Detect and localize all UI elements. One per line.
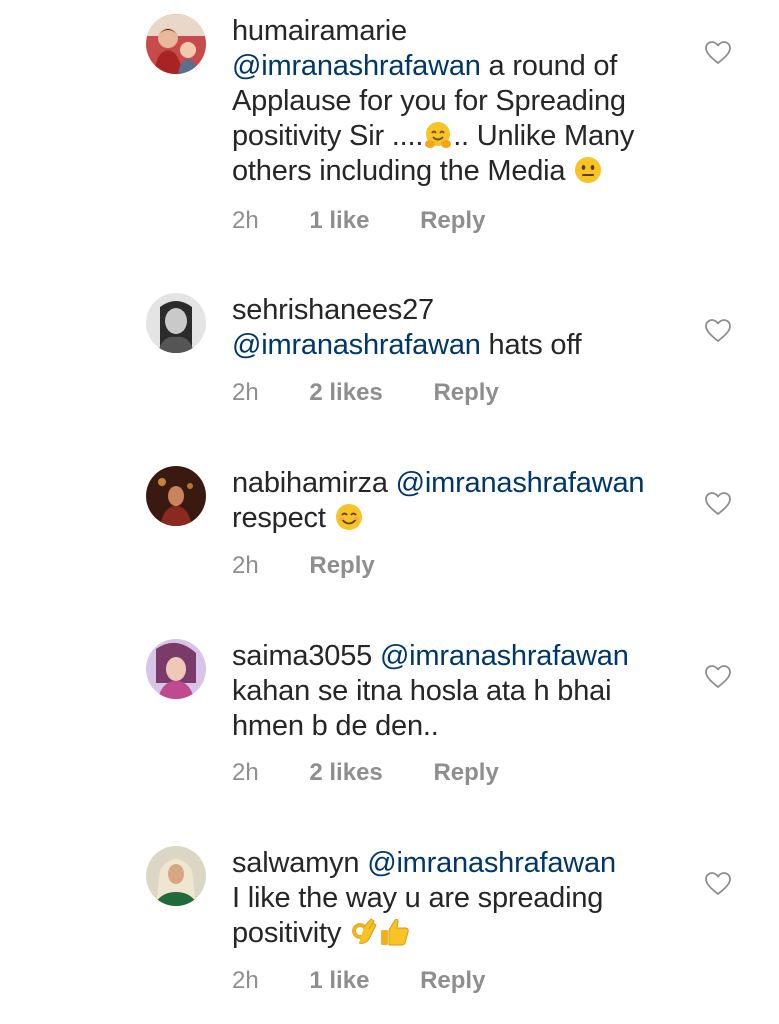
comment-text: sehrishanees27 @imranashrafawan hats off xyxy=(232,293,682,363)
thumbs-up-emoji-icon xyxy=(381,918,409,946)
reply-button[interactable]: Reply xyxy=(433,379,498,407)
avatar[interactable] xyxy=(146,466,206,526)
username[interactable]: salwamyn xyxy=(232,847,360,879)
heart-outline-icon[interactable] xyxy=(705,41,731,65)
reply-button[interactable]: Reply xyxy=(309,552,374,580)
comment-text: salwamyn @imranashrafawan I like the way… xyxy=(232,846,682,951)
reply-button[interactable]: Reply xyxy=(420,967,485,995)
username[interactable]: sehrishanees27 xyxy=(232,293,682,328)
reply-button[interactable]: Reply xyxy=(433,759,498,787)
likes-count[interactable]: 2 likes xyxy=(309,759,382,787)
username[interactable]: saima3055 xyxy=(232,640,372,672)
heart-outline-icon[interactable] xyxy=(705,665,731,689)
mention-link[interactable]: @imranashrafawan xyxy=(232,50,481,82)
comment-text-segment: positivity Sir .... xyxy=(232,120,424,152)
timestamp: 2h xyxy=(232,759,259,786)
avatar-image xyxy=(146,466,206,526)
comment-text: nabihamirza @imranashrafawan respect xyxy=(232,466,682,536)
comment-text: humairamarie @imranashrafawan a round of… xyxy=(232,14,682,189)
avatar-image xyxy=(146,846,206,906)
comment-text-segment: hmen b de den.. xyxy=(232,710,439,742)
avatar[interactable] xyxy=(146,846,206,906)
mention-link[interactable]: @imranashrafawan xyxy=(367,847,616,879)
neutral-face-emoji-icon xyxy=(575,157,602,183)
comment-text-segment: .. Unlike Many xyxy=(453,120,635,152)
ok-hand-emoji-icon xyxy=(352,918,377,944)
avatar-image xyxy=(146,639,206,699)
comment-text-segment: a round of xyxy=(480,50,618,82)
comment-meta: 2h 1 like Reply xyxy=(232,207,485,235)
comment-text-segment: kahan se itna hosla ata h bhai xyxy=(232,675,612,707)
comment-text-segment: I like the way u are spreading xyxy=(232,882,604,914)
comment-text: saima3055 @imranashrafawan kahan se itna… xyxy=(232,639,682,744)
reply-button[interactable]: Reply xyxy=(420,207,485,235)
username[interactable]: humairamarie xyxy=(232,14,682,49)
likes-count[interactable]: 1 like xyxy=(309,967,369,995)
timestamp: 2h xyxy=(232,967,259,994)
heart-outline-icon[interactable] xyxy=(705,319,731,343)
username[interactable]: nabihamirza xyxy=(232,467,388,499)
likes-count[interactable]: 2 likes xyxy=(309,379,382,407)
comment-text-segment: respect xyxy=(232,502,334,534)
avatar[interactable] xyxy=(146,293,206,353)
timestamp: 2h xyxy=(232,552,259,579)
likes-count[interactable]: 1 like xyxy=(309,207,369,235)
mention-link[interactable]: @imranashrafawan xyxy=(380,640,629,672)
smiling-face-emoji-icon xyxy=(335,504,362,530)
heart-outline-icon[interactable] xyxy=(705,872,731,896)
timestamp: 2h xyxy=(232,207,259,234)
comment-text-segment: positivity xyxy=(232,917,350,949)
heart-outline-icon[interactable] xyxy=(705,492,731,516)
comment-meta: 2h 1 like Reply xyxy=(232,967,485,995)
comment-meta: 2h 2 likes Reply xyxy=(232,379,499,407)
mention-link[interactable]: @imranashrafawan xyxy=(232,329,481,361)
comment-text-segment: Applause for you for Spreading xyxy=(232,85,626,117)
comment-text-segment: others including the Media xyxy=(232,155,574,187)
comment-meta: 2h 2 likes Reply xyxy=(232,759,499,787)
comment-meta: 2h Reply xyxy=(232,552,375,580)
avatar-image xyxy=(146,14,206,74)
timestamp: 2h xyxy=(232,379,259,406)
avatar-image xyxy=(146,293,206,353)
hugging-face-emoji-icon xyxy=(425,122,452,148)
mention-link[interactable]: @imranashrafawan xyxy=(396,467,645,499)
avatar[interactable] xyxy=(146,639,206,699)
avatar[interactable] xyxy=(146,14,206,74)
comment-text-segment: hats off xyxy=(480,329,582,361)
